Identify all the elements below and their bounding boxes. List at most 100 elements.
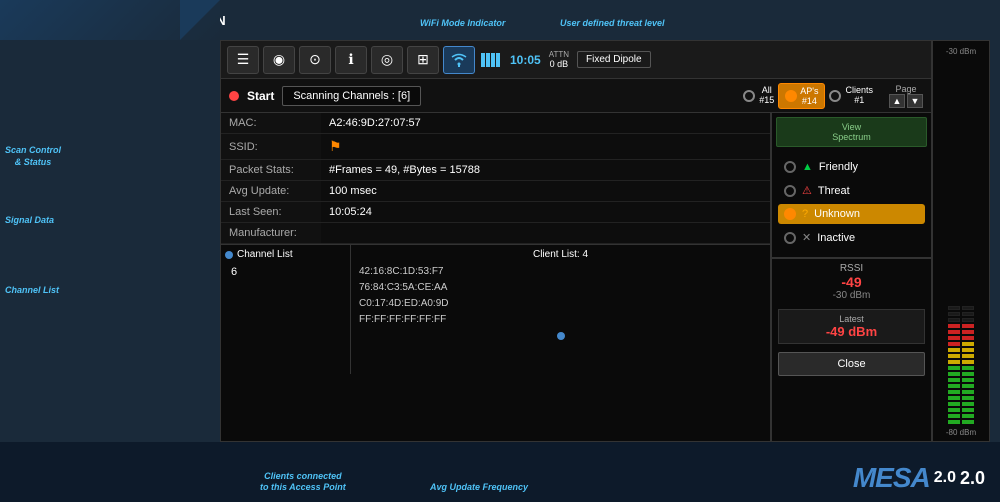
friendly-button[interactable]: ▲ Friendly xyxy=(778,157,925,177)
mfg-value xyxy=(321,223,770,244)
toolbar-attn: ATTN 0 dB xyxy=(549,50,569,69)
audio-button[interactable]: ◉ xyxy=(263,46,295,74)
annotation-scan-control: Scan Control& Status xyxy=(5,145,61,168)
toolbar-time: 10:05 xyxy=(510,53,541,67)
threat-radio[interactable] xyxy=(784,185,796,197)
bottom-bar: Clients connectedto this Access Point Av… xyxy=(0,442,1000,502)
friendly-icon: ▲ xyxy=(802,161,813,173)
tab-all[interactable]: All #15 xyxy=(743,86,774,106)
lists-area: Channel List 6 Client List: 4 42:16:8C:1… xyxy=(221,244,770,374)
threat-label: Threat xyxy=(818,185,850,197)
tab-clients[interactable]: Clients #1 xyxy=(829,86,873,106)
tab-all-label: All #15 xyxy=(759,86,774,106)
rssi-label: RSSI xyxy=(778,263,925,274)
channel-list-panel: Channel List 6 xyxy=(221,245,351,374)
device-toolbar: ☰ ◉ ⊙ ℹ ◎ ⊞ 10:05 ATTN 0 dB Fixed Dipole xyxy=(221,41,931,79)
annotation-avg-update: Avg Update Frequency xyxy=(430,482,528,494)
ssid-row: SSID: ⚑ xyxy=(221,134,770,160)
scan-bar: Start Scanning Channels : [6] All #15 AP… xyxy=(221,79,931,113)
classification-area: ▲ Friendly ⚠ Threat ? Unknown ✕ Inactive xyxy=(772,151,931,258)
mesa-text: MESA xyxy=(853,462,930,494)
annotation-wifi-mode: WiFi Mode Indicator xyxy=(420,18,505,30)
ssid-label: SSID: xyxy=(221,134,321,160)
battery-icon xyxy=(481,53,500,67)
start-label: Start xyxy=(247,89,274,103)
lastseen-row: Last Seen: 10:05:24 xyxy=(221,202,770,223)
inactive-radio[interactable] xyxy=(784,232,796,244)
info-button[interactable]: ℹ xyxy=(335,46,367,74)
inactive-button[interactable]: ✕ Inactive xyxy=(778,227,925,248)
unknown-radio[interactable] xyxy=(784,208,796,220)
mesa-version-num: 2.0 xyxy=(960,468,985,489)
grid-button[interactable]: ⊞ xyxy=(407,46,439,74)
camera-button[interactable]: ⊙ xyxy=(299,46,331,74)
channel-list-header: Channel List xyxy=(225,249,346,260)
annotation-channel-list: Channel List xyxy=(5,285,59,297)
client-addresses: 42:16:8C:1D:53:F7 76:84:C3:5A:CE:AA C0:1… xyxy=(359,264,762,328)
tab-group: All #15 AP's #14 Clients #1 xyxy=(743,83,873,109)
tab-ap-radio[interactable] xyxy=(785,90,797,102)
packet-value: #Frames = 49, #Bytes = 15788 xyxy=(321,160,770,181)
location-button[interactable]: ◎ xyxy=(371,46,403,74)
info-table: MAC: A2:46:9D:27:07:57 SSID: ⚑ Packet St… xyxy=(221,113,770,244)
packet-label: Packet Stats: xyxy=(221,160,321,181)
tab-ap[interactable]: AP's #14 xyxy=(778,83,825,109)
main-panel: ☰ ◉ ⊙ ℹ ◎ ⊞ 10:05 ATTN 0 dB Fixed Dipole xyxy=(220,40,932,442)
unknown-icon: ? xyxy=(802,208,808,220)
client-indicator-dot xyxy=(557,332,565,340)
client-addr-2: 76:84:C3:5A:CE:AA xyxy=(359,280,762,296)
latest-label: Latest xyxy=(783,314,920,324)
mesa-version: 2.0 xyxy=(934,469,956,487)
page-up-button[interactable]: ▲ xyxy=(889,94,905,108)
mesa-logo: MESA 2.0 2.0 xyxy=(853,462,985,494)
annotation-clients: Clients connectedto this Access Point xyxy=(260,471,346,494)
lastseen-label: Last Seen: xyxy=(221,202,321,223)
client-list-header: Client List: 4 xyxy=(359,249,762,260)
dbm-bottom-label: -80 dBm xyxy=(946,428,976,437)
right-panel: ViewSpectrum ▲ Friendly ⚠ Threat ? Unkno… xyxy=(771,113,931,441)
view-spectrum-button[interactable]: ViewSpectrum xyxy=(776,117,927,147)
content-area: MAC: A2:46:9D:27:07:57 SSID: ⚑ Packet St… xyxy=(221,113,931,441)
avg-row: Avg Update: 100 msec xyxy=(221,181,770,202)
tab-all-radio[interactable] xyxy=(743,90,755,102)
unknown-button[interactable]: ? Unknown xyxy=(778,204,925,224)
signal-meter-bars xyxy=(948,62,974,424)
mfg-row: Manufacturer: xyxy=(221,223,770,244)
avg-value: 100 msec xyxy=(321,181,770,202)
client-list-panel: Client List: 4 42:16:8C:1D:53:F7 76:84:C… xyxy=(351,245,770,374)
mac-label: MAC: xyxy=(221,113,321,134)
friendly-radio[interactable] xyxy=(784,161,796,173)
rssi-area: RSSI -49 -30 dBm xyxy=(772,258,931,305)
page-arrows: ▲ ▼ xyxy=(889,94,923,108)
tab-clients-label: Clients #1 xyxy=(845,86,873,106)
channel-number: 6 xyxy=(225,264,346,280)
device-info-panel: MAC: A2:46:9D:27:07:57 SSID: ⚑ Packet St… xyxy=(221,113,771,441)
client-addr-3: C0:17:4D:ED:A0:9D xyxy=(359,296,762,312)
tab-clients-radio[interactable] xyxy=(829,90,841,102)
avg-label: Avg Update: xyxy=(221,181,321,202)
friendly-label: Friendly xyxy=(819,161,858,173)
latest-value: -49 dBm xyxy=(783,324,920,339)
rssi-value: -49 xyxy=(778,274,925,290)
page-label: Page xyxy=(895,84,916,94)
annotation-signal-data: Signal Data xyxy=(5,215,54,227)
client-addr-4: FF:FF:FF:FF:FF:FF xyxy=(359,312,762,328)
inactive-icon: ✕ xyxy=(802,231,811,244)
mfg-label: Manufacturer: xyxy=(221,223,321,244)
header-diagonal xyxy=(180,0,220,40)
page-down-button[interactable]: ▼ xyxy=(907,94,923,108)
page-controls: Page ▲ ▼ xyxy=(889,84,923,108)
antenna-label: Fixed Dipole xyxy=(577,51,651,68)
unknown-label: Unknown xyxy=(814,208,860,220)
lastseen-value: 10:05:24 xyxy=(321,202,770,223)
mac-row: MAC: A2:46:9D:27:07:57 xyxy=(221,113,770,134)
ssid-value: ⚑ xyxy=(321,134,770,160)
wifi-button[interactable] xyxy=(443,46,475,74)
threat-button[interactable]: ⚠ Threat xyxy=(778,180,925,201)
close-button[interactable]: Close xyxy=(778,352,925,376)
menu-button[interactable]: ☰ xyxy=(227,46,259,74)
dbm-top-label: -30 dBm xyxy=(946,47,976,56)
threat-icon: ⚠ xyxy=(802,184,812,197)
rssi-dbm-top: -30 dBm xyxy=(778,290,925,301)
channel-list-dot xyxy=(225,251,233,259)
